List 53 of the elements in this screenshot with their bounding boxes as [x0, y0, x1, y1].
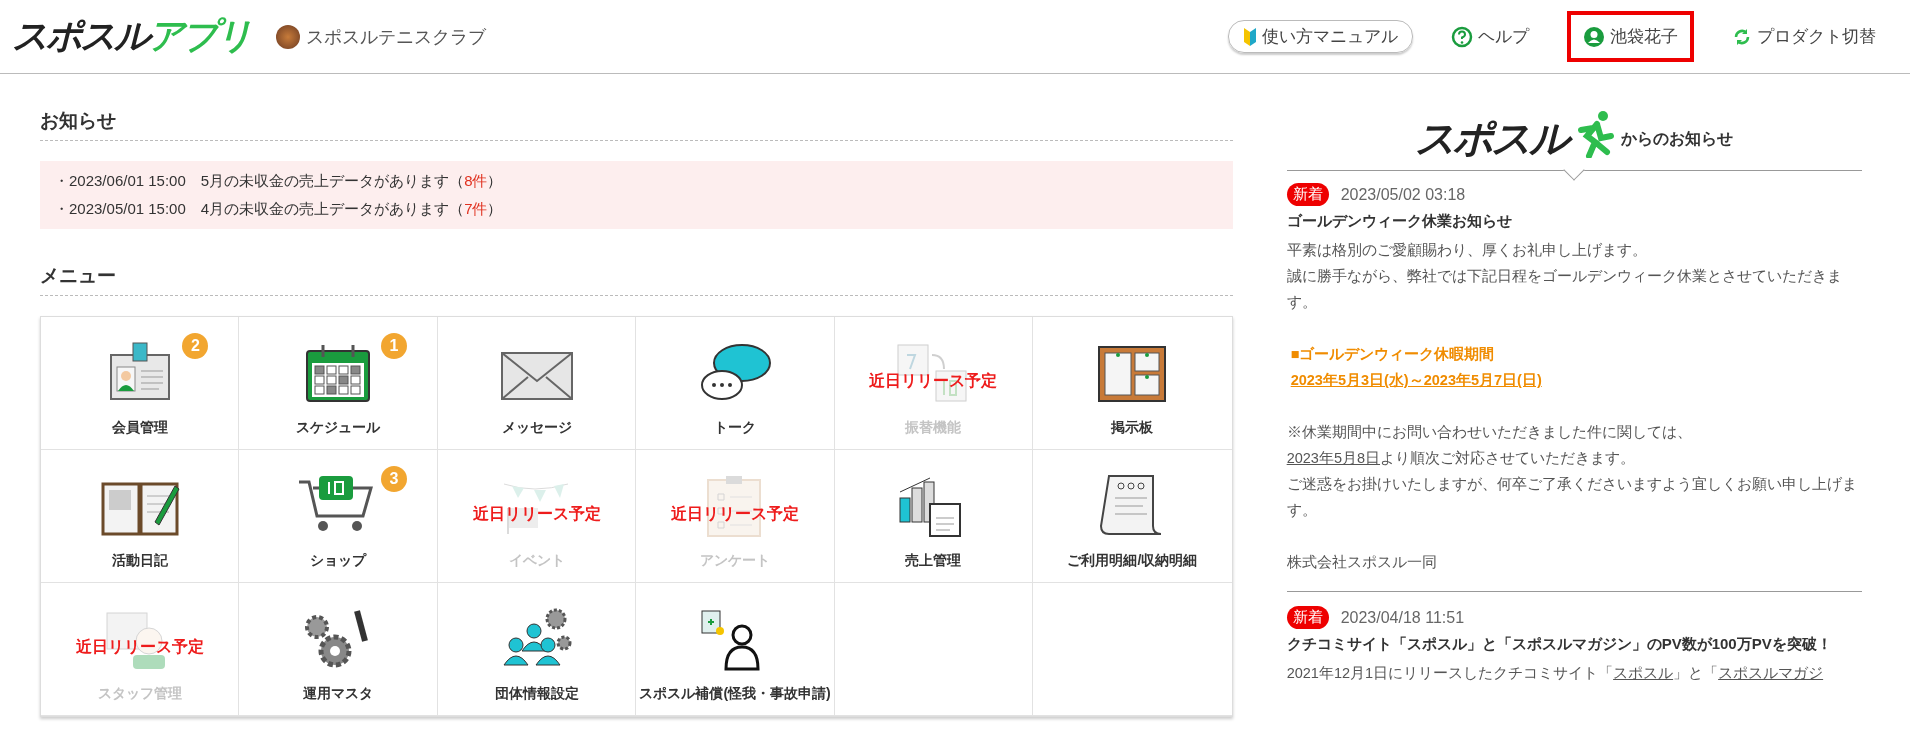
count-badge: 3	[380, 466, 407, 492]
section-title: お知らせ	[40, 108, 1233, 141]
menu-item[interactable]: メッセージ	[501, 419, 572, 437]
news-text: 2021年12月1日にリリースしたクチコミサイト「スポスル」と「スポスルマガジ	[1286, 664, 1825, 683]
menu-item[interactable]: ご利用明細/収納明細	[1067, 552, 1198, 570]
coming-soon-label: 近日リリース予定	[74, 637, 205, 657]
menu-item[interactable]: 団体情報設定	[494, 685, 579, 703]
club-name: スポスルテニスクラブ	[306, 25, 486, 49]
menu-item[interactable]: 運用マスタ	[303, 685, 374, 703]
news-link[interactable]: スポスル	[1613, 665, 1674, 681]
news-heading: からのお知らせ	[1621, 129, 1734, 149]
count-badge: 1	[380, 333, 407, 359]
news-title[interactable]: ゴールデンウィーク休業お知らせ	[1286, 212, 1862, 231]
app-logo[interactable]: スポスルアプリ	[12, 12, 250, 61]
club-emblem-icon	[276, 24, 300, 49]
menu-item[interactable]: ショップ	[310, 552, 367, 570]
user-link[interactable]: 池袋花子	[1567, 11, 1694, 62]
section-title: メニュー	[40, 263, 1233, 296]
news-title[interactable]: クチコミサイト「スポスル」と「スポスルマガジン」のPV数が100万PVを突破！	[1286, 635, 1862, 654]
beginner-mark-icon	[1243, 27, 1257, 46]
new-badge: 新着	[1286, 606, 1329, 629]
manual-link[interactable]: 使い方マニュアル	[1228, 20, 1413, 53]
menu-item[interactable]: トーク	[714, 419, 757, 437]
notice-text: ・2023/06/01 15:00 5月の未収金の売上データがあります（8件）	[54, 171, 504, 191]
user-avatar-icon	[1583, 25, 1605, 48]
coming-soon-label: 近日リリース予定	[868, 371, 999, 391]
news-text: ■ゴールデンウィーク休暇期間	[1289, 345, 1496, 364]
menu-item[interactable]: 会員管理	[111, 419, 168, 437]
help-icon	[1451, 25, 1473, 48]
coming-soon-label: 近日リリース予定	[670, 504, 801, 524]
news-link[interactable]: 2023年5月8日	[1286, 450, 1381, 466]
news-date: 2023/04/18 11:51	[1340, 608, 1465, 627]
news-text: ※休業期間中にお問い合わせいただきました件に関しては、	[1286, 423, 1693, 442]
news-text: 2023年5月8日 より順次ご対応させていただきます。	[1286, 449, 1637, 468]
menu-item[interactable]: スポスル補償(怪我・事故申請)	[639, 685, 831, 703]
menu-item[interactable]: 売上管理	[905, 552, 962, 570]
news-text: 株式会社スポスル一同	[1286, 553, 1438, 572]
coming-soon-label: 近日リリース予定	[471, 504, 602, 524]
news-text: 平素は格別のご愛顧賜わり、厚くお礼申し上げます。	[1286, 241, 1648, 260]
count-link[interactable]: 7件	[464, 200, 488, 217]
menu-item[interactable]: スケジュール	[296, 419, 381, 437]
help-link[interactable]: ヘルプ	[1435, 11, 1545, 62]
news-text: 誠に勝手ながら、弊社では下記日程をゴールデンウィーク休業とさせていただきます。	[1286, 267, 1843, 312]
menu-item[interactable]: 掲示板	[1111, 419, 1154, 437]
news-text: ご迷惑をお掛けいたしますが、何卒ご了承くださいますよう宜しくお願い申し上げます。	[1286, 475, 1858, 520]
count-link[interactable]: 8件	[464, 172, 488, 189]
menu-item[interactable]: 活動日記	[111, 552, 168, 570]
news-link[interactable]: スポスルマガジ	[1718, 665, 1824, 681]
new-badge: 新着	[1286, 183, 1329, 206]
news-date: 2023/05/02 03:18	[1340, 185, 1466, 204]
count-badge: 2	[182, 333, 209, 359]
switch-link[interactable]: プロダクト切替	[1716, 11, 1892, 62]
notice-text: ・2023/05/01 15:00 4月の未収金の売上データがあります（7件）	[54, 199, 504, 219]
